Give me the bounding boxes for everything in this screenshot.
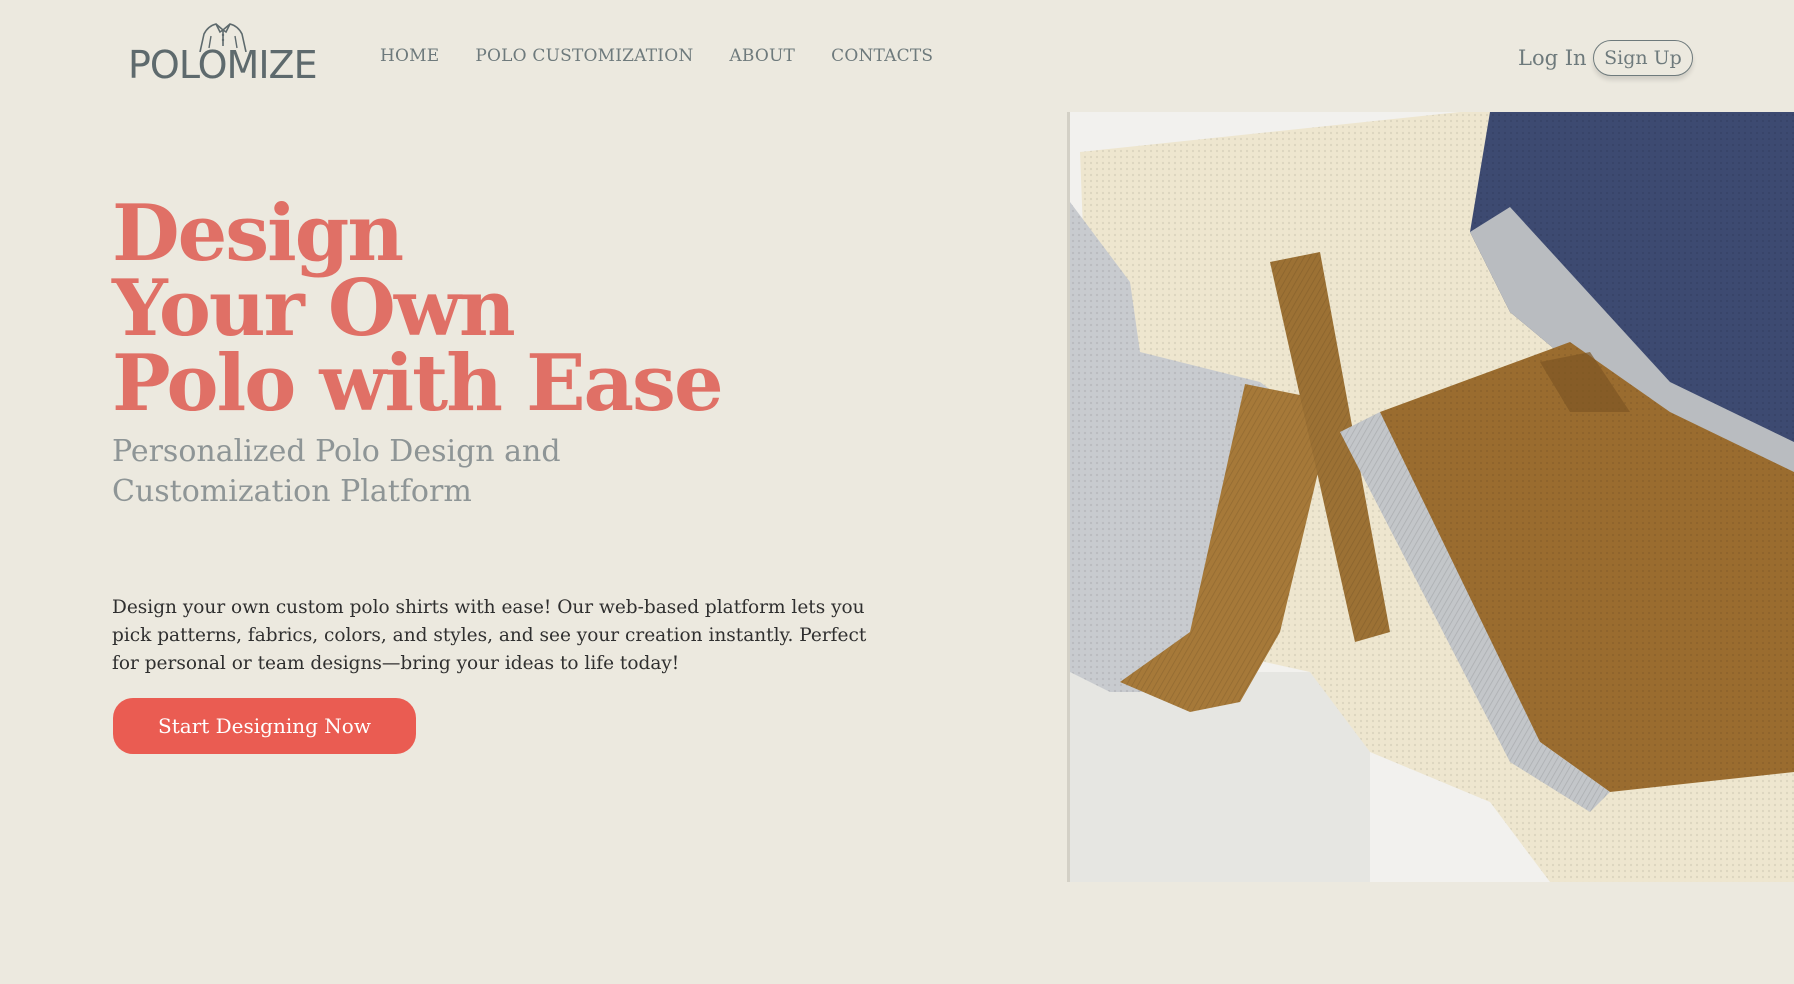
hero-description: Design your own custom polo shirts with … [112, 597, 867, 674]
polo-shirt-fabrics-photo [1070, 112, 1794, 882]
nav-item-home[interactable]: HOME [380, 46, 439, 66]
login-link[interactable]: Log In [1518, 46, 1587, 70]
brand-name: POLOMIZE [128, 43, 318, 87]
nav-item-about[interactable]: ABOUT [729, 46, 795, 66]
nav-item-contacts[interactable]: CONTACTS [831, 46, 933, 66]
nav-item-polo-customization[interactable]: POLO CUSTOMIZATION [475, 46, 693, 66]
hero-title: Design Your Own Polo with Ease [112, 188, 724, 429]
hero-title-line: Polo with Ease [112, 338, 724, 429]
hero-subtitle: Personalized Polo Design and Customizati… [112, 434, 561, 509]
start-designing-button[interactable]: Start Designing Now [113, 698, 416, 754]
brand-logo[interactable]: POLOMIZE [128, 22, 318, 87]
signup-button[interactable]: Sign Up [1593, 40, 1693, 76]
hero-title-line: Your Own [112, 263, 516, 354]
hero-title-line: Design [112, 188, 404, 279]
main-nav: HOME POLO CUSTOMIZATION ABOUT CONTACTS [380, 46, 933, 66]
